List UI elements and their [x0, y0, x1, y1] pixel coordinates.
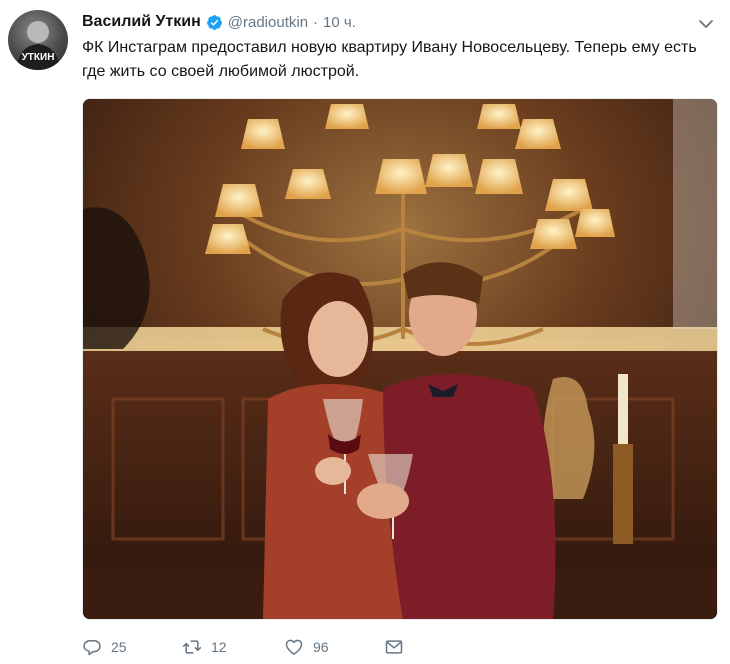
avatar-text: УТКИН [22, 52, 55, 63]
like-icon [284, 637, 304, 657]
retweet-icon [182, 637, 202, 657]
author-handle[interactable]: @radioutkin [228, 14, 308, 31]
tweet-card[interactable]: УТКИН Василий Уткин @radioutkin · 10 ч. … [0, 0, 730, 664]
tweet-header: Василий Уткин @radioutkin · 10 ч. [82, 12, 356, 32]
retweet-button[interactable]: 12 [182, 637, 227, 657]
author-name[interactable]: Василий Уткин [82, 13, 201, 31]
tweet-photo[interactable] [82, 98, 718, 620]
verified-badge-icon [206, 14, 223, 31]
chevron-down-icon[interactable] [696, 14, 716, 34]
avatar[interactable]: УТКИН [8, 10, 68, 70]
like-button[interactable]: 96 [284, 637, 329, 657]
separator-dot: · [313, 13, 319, 31]
tweet-text: ФК Инстаграм предоставил новую квартиру … [82, 39, 697, 80]
like-count: 96 [313, 639, 329, 655]
reply-button[interactable]: 25 [82, 637, 127, 657]
retweet-count: 12 [211, 639, 227, 655]
direct-message-button[interactable] [384, 637, 404, 657]
direct-message-icon [384, 637, 404, 657]
reply-icon [82, 637, 102, 657]
reply-count: 25 [111, 639, 127, 655]
timestamp[interactable]: 10 ч. [323, 14, 356, 31]
